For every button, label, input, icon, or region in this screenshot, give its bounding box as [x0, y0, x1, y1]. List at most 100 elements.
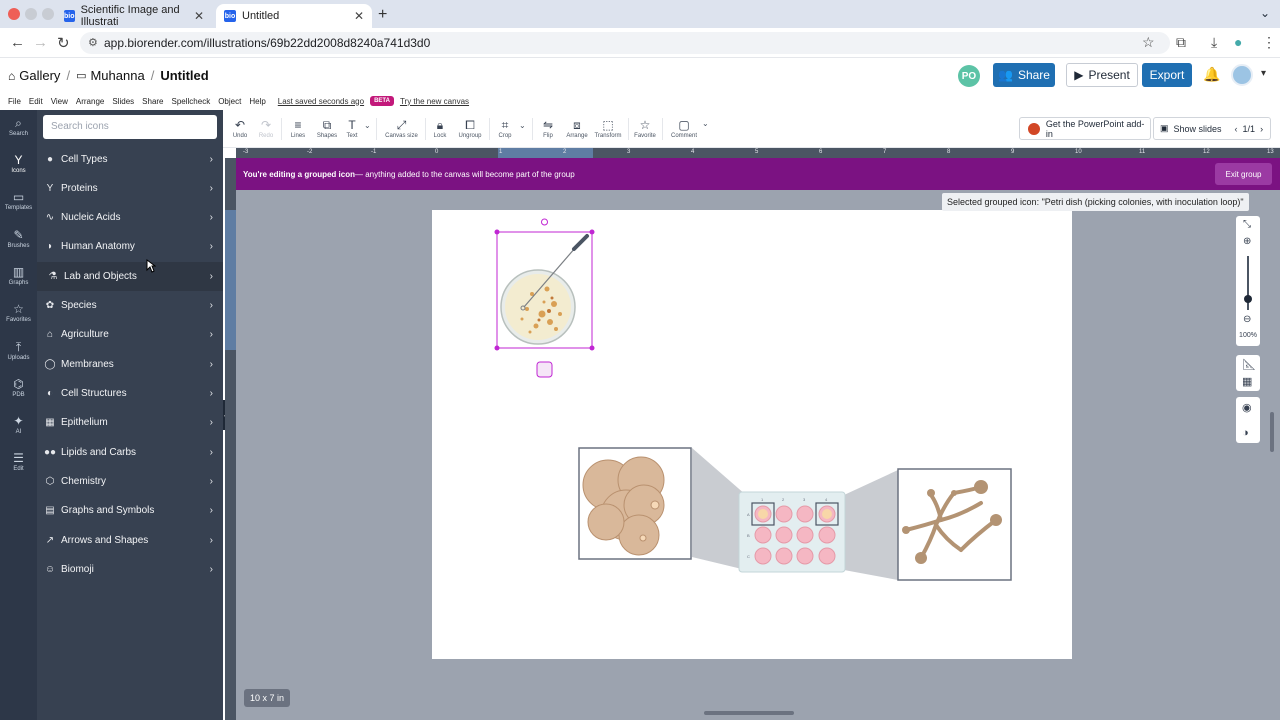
menu-file[interactable]: File	[8, 97, 21, 106]
category-nucleic-acids[interactable]: ∿ Nucleic Acids ›	[37, 203, 223, 232]
url-field[interactable]: ⚙ app.biorender.com/illustrations/69b22d…	[80, 32, 1170, 54]
browser-tab-gallery[interactable]: bio Scientific Image and Illustrati ✕	[56, 4, 212, 28]
present-button[interactable]: ▶ Present	[1066, 63, 1138, 87]
breadcrumb-current[interactable]: Untitled	[160, 68, 208, 83]
powerpoint-addin-button[interactable]: Get the PowerPoint add-in	[1019, 117, 1151, 140]
category-cell-structures[interactable]: ◐ Cell Structures ›	[37, 379, 223, 408]
menu-share[interactable]: Share	[142, 97, 163, 106]
minimize-window-button[interactable]	[25, 8, 37, 20]
zoom-out-icon[interactable]: ⊖	[1243, 314, 1251, 325]
collaborator-avatar[interactable]: PO	[958, 65, 980, 87]
lines-button[interactable]: ≡ Lines	[288, 118, 308, 139]
close-tab-icon[interactable]: ✕	[354, 9, 364, 23]
category-species[interactable]: ✿ Species ›	[37, 291, 223, 320]
menu-spellcheck[interactable]: Spellcheck	[172, 97, 211, 106]
category-lab-and-objects[interactable]: ⚗ Lab and Objects ›	[37, 262, 223, 291]
tab-menu-chevron-icon[interactable]: ⌄	[1260, 6, 1270, 20]
eye-icon[interactable]: ◉	[1242, 401, 1252, 414]
flip-button[interactable]: ⇋ Flip	[540, 118, 556, 139]
lock-button[interactable]: 🔒︎ Lock	[431, 118, 449, 139]
category-biomoji[interactable]: ☺ Biomoji ›	[37, 555, 223, 584]
forward-icon[interactable]: →	[33, 34, 48, 51]
rail-item-ai[interactable]: ✦ AI	[0, 414, 37, 435]
rail-item-graphs[interactable]: ▥ Graphs	[0, 265, 37, 286]
category-arrows-and-shapes[interactable]: ↗ Arrows and Shapes ›	[37, 526, 223, 555]
browser-tab-untitled[interactable]: bio Untitled ✕	[216, 4, 372, 28]
user-avatar[interactable]	[1231, 64, 1253, 86]
menu-slides[interactable]: Slides	[112, 97, 134, 106]
new-tab-icon[interactable]: +	[378, 6, 387, 24]
contrast-icon[interactable]: ◑	[1242, 427, 1249, 439]
download-icon[interactable]: ⤓	[1211, 34, 1217, 51]
try-new-canvas-link[interactable]: Try the new canvas	[400, 97, 469, 106]
zoom-in-icon[interactable]: ⊕	[1243, 236, 1251, 247]
show-slides-button[interactable]: ▣ Show slides ‹ 1/1 ›	[1153, 117, 1271, 140]
browser-menu-icon[interactable]: ⋮	[1262, 34, 1276, 51]
category-cell-types[interactable]: ● Cell Types ›	[37, 145, 223, 174]
arrange-button[interactable]: ⧈ Arrange	[565, 118, 589, 139]
crop-button[interactable]: ⌗ Crop	[496, 118, 514, 139]
comment-button[interactable]: ▢ Comment	[670, 118, 698, 139]
shapes-button[interactable]: ⧉ Shapes	[315, 118, 339, 139]
horizontal-scrollbar[interactable]	[704, 711, 794, 715]
rail-item-icons[interactable]: Y Icons	[0, 153, 37, 174]
extensions-icon[interactable]: ⧉	[1176, 34, 1186, 51]
category-agriculture[interactable]: ⌂ Agriculture ›	[37, 320, 223, 349]
petri-dish-group[interactable]	[492, 214, 600, 380]
profile-icon[interactable]: ●	[1234, 34, 1242, 50]
breadcrumb-folder[interactable]: Muhanna	[90, 68, 144, 83]
menu-view[interactable]: View	[51, 97, 68, 106]
menu-edit[interactable]: Edit	[29, 97, 43, 106]
last-saved-status[interactable]: Last saved seconds ago	[278, 97, 364, 106]
export-button[interactable]: Export	[1142, 63, 1192, 87]
rail-item-favorites[interactable]: ☆ Favorites	[0, 302, 37, 323]
back-icon[interactable]: ←	[10, 34, 25, 51]
text-options-chevron-down-icon[interactable]: ⌄	[364, 121, 371, 130]
notifications-bell-icon[interactable]: 🔔	[1203, 66, 1220, 83]
zoom-slider-handle[interactable]	[1244, 295, 1252, 303]
close-tab-icon[interactable]: ✕	[194, 9, 204, 23]
share-button[interactable]: 👥 Share	[993, 63, 1055, 87]
comment-options-chevron-down-icon[interactable]: ⌄	[702, 119, 709, 128]
rail-item-templates[interactable]: ▭ Templates	[0, 190, 37, 211]
exit-group-button[interactable]: Exit group	[1215, 163, 1272, 185]
menu-help[interactable]: Help	[249, 97, 265, 106]
ungroup-button[interactable]: ⧠ Ungroup	[457, 118, 483, 139]
reload-icon[interactable]: ↻	[57, 34, 70, 52]
menu-arrange[interactable]: Arrange	[76, 97, 104, 106]
redo-button[interactable]: ↷ Redo	[257, 118, 275, 139]
transform-button[interactable]: ⬚ Transform	[594, 118, 622, 139]
menu-object[interactable]: Object	[218, 97, 241, 106]
site-info-icon[interactable]: ⚙	[88, 32, 98, 54]
colony-picking-illustration[interactable]: 1 2 3 4 A B C	[576, 445, 1016, 583]
category-proteins[interactable]: Y Proteins ›	[37, 174, 223, 203]
account-chevron-down-icon[interactable]: ▾	[1261, 68, 1266, 79]
rail-item-edit[interactable]: ☰ Edit	[0, 451, 37, 472]
category-graphs-and-symbols[interactable]: ▤ Graphs and Symbols ›	[37, 496, 223, 525]
rail-item-search[interactable]: ⌕ Search	[0, 116, 37, 137]
undo-button[interactable]: ↶ Undo	[231, 118, 249, 139]
rail-item-brushes[interactable]: ✎ Brushes	[0, 228, 37, 249]
rail-item-pdb[interactable]: ⌬ PDB	[0, 377, 37, 398]
crop-options-chevron-down-icon[interactable]: ⌄	[519, 121, 526, 130]
category-epithelium[interactable]: ▦ Epithelium ›	[37, 408, 223, 437]
category-human-anatomy[interactable]: ◗ Human Anatomy ›	[37, 232, 223, 261]
slide-next-icon[interactable]: ›	[1260, 124, 1263, 134]
breadcrumb-gallery[interactable]: Gallery	[19, 68, 60, 83]
fit-to-screen-icon[interactable]: ⤡	[1243, 219, 1251, 230]
category-chemistry[interactable]: ⬡ Chemistry ›	[37, 467, 223, 496]
text-button[interactable]: T Text	[343, 118, 361, 139]
maximize-window-button[interactable]	[42, 8, 54, 20]
rail-item-uploads[interactable]: ⤒ Uploads	[0, 340, 37, 361]
favorite-button[interactable]: ☆ Favorite	[633, 118, 657, 139]
canvas-size-button[interactable]: ⤢ Canvas size	[384, 118, 419, 139]
grid-icon[interactable]: ▦	[1242, 375, 1252, 388]
vertical-scrollbar[interactable]	[1270, 412, 1274, 452]
search-icons-input[interactable]: Search icons	[43, 115, 217, 139]
close-window-button[interactable]	[8, 8, 20, 20]
category-membranes[interactable]: ◯ Membranes ›	[37, 350, 223, 379]
category-lipids-and-carbs[interactable]: ●● Lipids and Carbs ›	[37, 438, 223, 467]
canvas-size-indicator[interactable]: 10 x 7 in	[244, 689, 291, 707]
bookmark-star-icon[interactable]: ☆	[1142, 34, 1155, 51]
slide-prev-icon[interactable]: ‹	[1235, 124, 1238, 134]
